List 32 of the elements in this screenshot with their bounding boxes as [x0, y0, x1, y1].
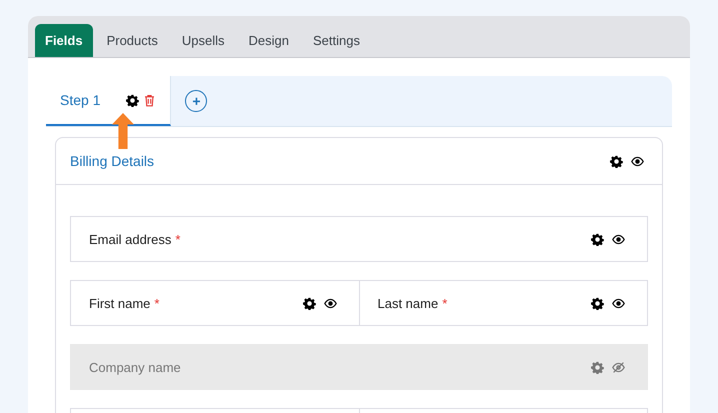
eye-icon[interactable] — [612, 232, 625, 246]
settings-icon[interactable] — [591, 296, 604, 310]
field-row[interactable]: Company name — [70, 344, 648, 390]
required-mark: * — [442, 296, 448, 310]
settings-icon[interactable] — [591, 232, 604, 246]
eye-icon[interactable] — [612, 296, 625, 310]
tab[interactable]: Upsells — [172, 24, 235, 57]
field-label: Email address — [89, 232, 172, 246]
trash-icon[interactable] — [143, 94, 156, 106]
eye-icon[interactable] — [631, 154, 644, 168]
tab[interactable]: Fields — [35, 24, 93, 57]
step-tab[interactable]: Step 1 — [46, 76, 172, 126]
section-title: Billing Details — [70, 153, 154, 169]
tab[interactable]: Settings — [302, 24, 370, 57]
required-mark: * — [154, 296, 160, 310]
step-label: Step 1 — [60, 92, 100, 108]
add-step-button[interactable]: + — [185, 90, 208, 112]
tab[interactable]: Design — [238, 24, 299, 57]
settings-icon[interactable] — [302, 296, 316, 310]
field-row[interactable]: First name * — [70, 280, 360, 326]
field-row[interactable]: Last name * — [360, 280, 648, 326]
field-label: Company name — [89, 360, 181, 374]
settings-icon[interactable] — [126, 94, 140, 106]
required-mark: * — [175, 232, 180, 246]
arrow-drawing — [112, 113, 134, 149]
field-row[interactable]: Email address * — [70, 216, 648, 262]
field-label: Last name — [378, 296, 438, 310]
field-label: First name — [89, 296, 150, 310]
eye-slash-icon[interactable] — [612, 360, 625, 374]
tab[interactable]: Products — [96, 24, 168, 57]
settings-icon[interactable] — [610, 154, 623, 168]
eye-icon[interactable] — [324, 296, 336, 310]
